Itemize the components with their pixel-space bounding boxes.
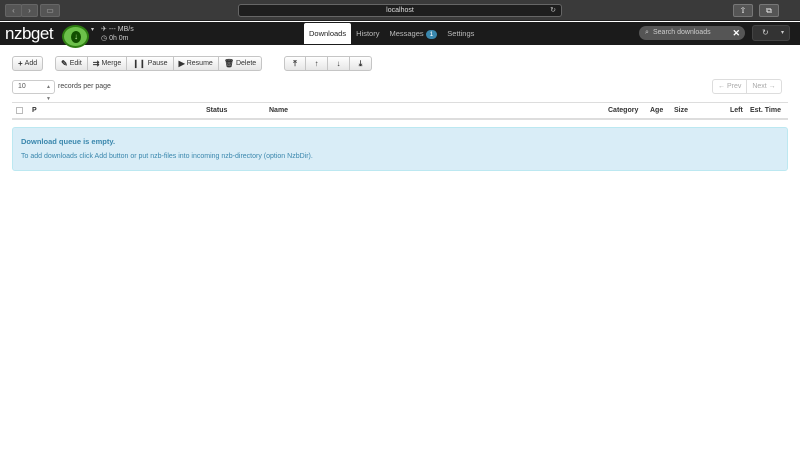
add-label: Add [24, 60, 38, 67]
brand-logo[interactable]: nzbget [5, 24, 54, 44]
refresh-button[interactable]: ↻ ▾ [752, 25, 790, 41]
per-page-select[interactable]: 10 ▲ ▼ [12, 80, 55, 102]
tab-messages-label: Messages [389, 29, 424, 38]
sidebar-icon[interactable]: ▭ [40, 4, 60, 17]
move-bottom-button[interactable]: ⤓ [350, 56, 372, 71]
column-est-time[interactable]: Est. Time [750, 103, 781, 119]
address-text: localhost [386, 7, 414, 14]
merge-icon: ⇉ [92, 59, 100, 68]
column-category[interactable]: Category [608, 103, 638, 119]
resume-button[interactable]: ▶ Resume [173, 56, 219, 71]
forward-icon[interactable]: › [21, 4, 38, 17]
search-placeholder: Search downloads [653, 29, 711, 36]
merge-label: Merge [101, 60, 122, 67]
tabs-icon[interactable]: ⧉ [759, 4, 779, 17]
download-arrow-icon: ↓ [71, 31, 81, 43]
add-group: + Add [12, 56, 44, 71]
edit-button[interactable]: ✎ Edit [55, 56, 88, 71]
time-text: 0h 0m [109, 35, 129, 42]
move-group: ⤒ ↑ ↓ ⤓ [284, 56, 372, 71]
column-status[interactable]: Status [206, 103, 227, 119]
edit-group: ✎ Edit ⇉ Merge ❙❙ Pause ▶ Resume 🗑 Delete [55, 56, 263, 71]
browser-toolbar: ‹ › ▭ localhost ↻ ⇧ ⧉ [0, 0, 800, 21]
download-status-button[interactable]: ↓ [62, 25, 89, 48]
refresh-icon: ↻ [762, 28, 769, 37]
pause-icon: ❙❙ [132, 59, 146, 68]
table-header: P Status Name Category Age Size Left Est… [12, 102, 788, 120]
pagination: ← Prev Next → [712, 79, 782, 94]
tab-history[interactable]: History [351, 23, 384, 44]
move-up-button[interactable]: ↑ [306, 56, 328, 71]
add-button[interactable]: + Add [12, 56, 44, 71]
address-bar[interactable]: localhost ↻ [238, 4, 562, 17]
next-page-button[interactable]: Next → [747, 79, 782, 94]
clear-search-icon[interactable]: ✕ [732, 26, 740, 40]
move-bottom-icon: ⤓ [358, 59, 363, 68]
search-input[interactable]: ⌕ Search downloads ✕ [639, 26, 745, 40]
tab-settings[interactable]: Settings [442, 23, 479, 44]
column-size[interactable]: Size [674, 103, 688, 119]
chevron-down-icon: ▾ [780, 30, 784, 36]
pause-button[interactable]: ❙❙ Pause [127, 56, 174, 71]
column-name[interactable]: Name [269, 103, 288, 119]
select-all-checkbox[interactable] [16, 107, 23, 114]
arrow-up-icon: ↑ [314, 59, 319, 68]
alert-title: Download queue is empty. [21, 137, 116, 146]
pause-label: Pause [147, 60, 168, 67]
prev-page-button[interactable]: ← Prev [712, 79, 748, 94]
empty-queue-alert: Download queue is empty. To add download… [12, 127, 788, 171]
column-age[interactable]: Age [650, 103, 663, 119]
move-down-button[interactable]: ↓ [328, 56, 350, 71]
speed-indicator[interactable]: ✈ --- MB/s ◷ 0h 0m [101, 25, 134, 43]
clock-icon: ◷ [101, 35, 108, 42]
edit-icon: ✎ [61, 59, 68, 68]
tab-downloads[interactable]: Downloads [304, 23, 352, 44]
move-top-button[interactable]: ⤒ [284, 56, 306, 71]
plus-icon: + [18, 59, 23, 68]
delete-button[interactable]: 🗑 Delete [218, 56, 263, 71]
edit-label: Edit [69, 60, 82, 67]
per-page-value: 10 [18, 83, 26, 90]
arrow-down-icon: ↓ [336, 59, 341, 68]
alert-text: To add downloads click Add button or put… [21, 153, 313, 160]
main-tabs: Downloads History Messages 1 Settings [304, 23, 479, 44]
merge-button[interactable]: ⇉ Merge [87, 56, 128, 71]
reload-icon[interactable]: ↻ [550, 5, 556, 16]
tab-messages[interactable]: Messages 1 [384, 23, 442, 44]
plane-icon: ✈ [101, 26, 107, 33]
share-icon[interactable]: ⇧ [733, 4, 753, 17]
move-top-icon: ⤒ [293, 59, 297, 68]
column-left[interactable]: Left [730, 103, 743, 119]
search-icon: ⌕ [645, 29, 649, 36]
delete-label: Delete [235, 60, 257, 67]
chevron-down-icon[interactable]: ▾ [91, 26, 94, 33]
resume-label: Resume [186, 60, 213, 67]
speed-text: --- MB/s [108, 26, 134, 33]
trash-icon: 🗑 [223, 59, 234, 68]
column-priority[interactable]: P [32, 103, 37, 119]
messages-badge: 1 [425, 30, 438, 39]
back-icon[interactable]: ‹ [5, 4, 22, 17]
per-page-label: records per page [58, 83, 111, 90]
play-icon: ▶ [178, 59, 185, 68]
